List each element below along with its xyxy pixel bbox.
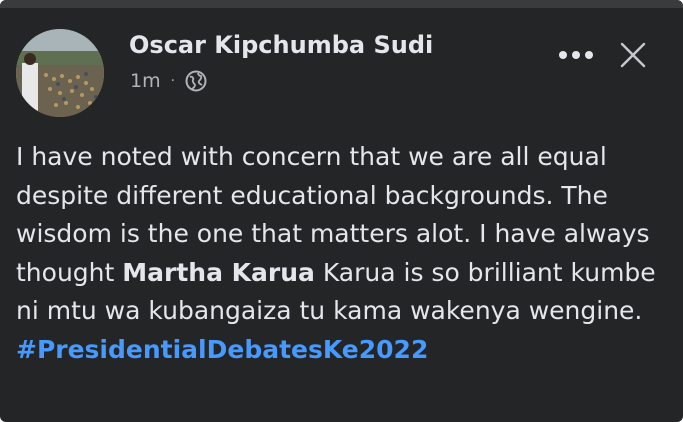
hashtag-link[interactable]: #PresidentialDebatesKe2022 xyxy=(16,335,428,364)
post-timestamp[interactable]: 1m xyxy=(130,70,161,92)
top-divider xyxy=(0,0,683,8)
post-meta: 1m · xyxy=(130,67,207,95)
more-dot xyxy=(572,51,580,59)
globe-icon[interactable] xyxy=(185,70,207,92)
more-dot xyxy=(585,51,593,59)
meta-separator: · xyxy=(170,73,176,89)
close-icon[interactable] xyxy=(618,40,648,70)
author-name[interactable]: Oscar Kipchumba Sudi xyxy=(129,31,433,59)
more-dot xyxy=(559,51,567,59)
avatar[interactable] xyxy=(16,29,104,117)
avatar-photo xyxy=(16,29,104,117)
more-options-icon[interactable] xyxy=(555,45,597,65)
post-text: I have noted with concern that we are al… xyxy=(16,138,666,369)
mention-link[interactable]: Martha Karua xyxy=(122,258,315,287)
post-card: Oscar Kipchumba Sudi 1m · I have noted w… xyxy=(0,0,683,422)
